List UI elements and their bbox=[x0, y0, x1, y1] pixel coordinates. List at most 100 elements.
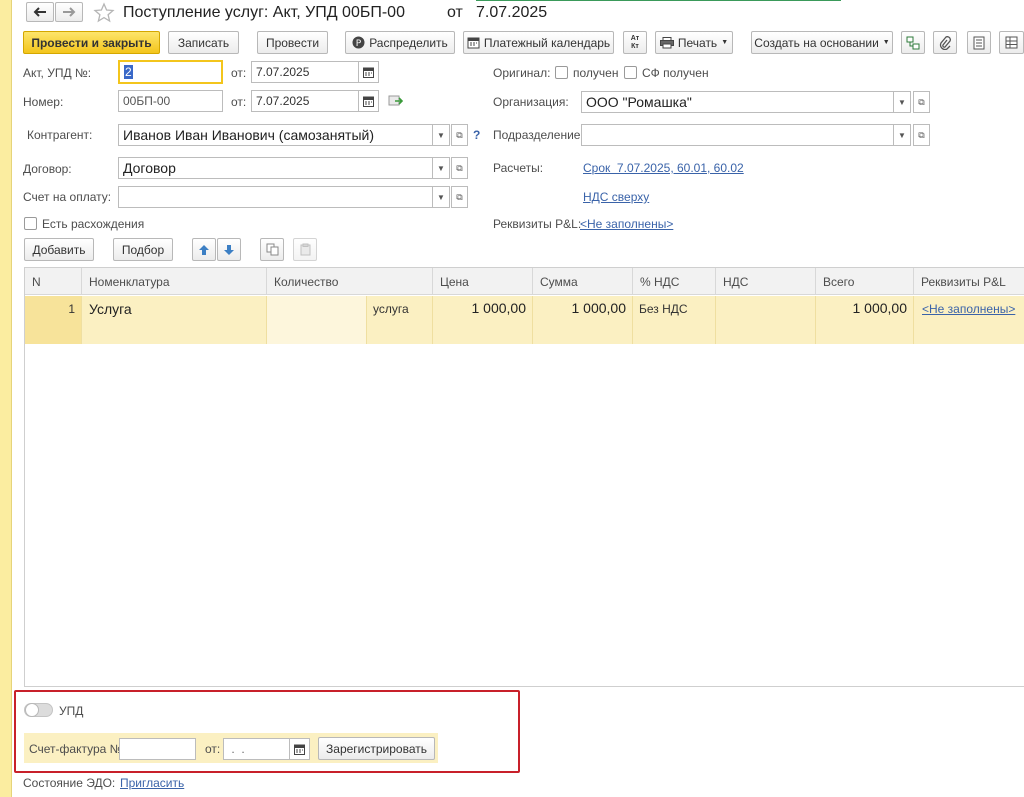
edo-invite-link[interactable]: Пригласить bbox=[120, 776, 184, 790]
cell-item[interactable]: Услуга bbox=[82, 296, 267, 344]
invoice-open-button[interactable]: ⧉ bbox=[451, 186, 468, 208]
cell-price[interactable]: 1 000,00 bbox=[433, 296, 533, 344]
number-date-label: от: bbox=[231, 95, 247, 109]
cell-vat[interactable] bbox=[716, 296, 816, 344]
invoice-field[interactable] bbox=[118, 186, 433, 208]
forward-button[interactable] bbox=[55, 2, 83, 22]
cell-vat-rate[interactable]: Без НДС bbox=[633, 296, 716, 344]
column-header-item[interactable]: Номенклатура bbox=[82, 268, 267, 295]
open-form-icon: ⧉ bbox=[918, 129, 925, 140]
settlements-link[interactable]: Срок 7.07.2025, 60.01, 60.02 bbox=[583, 161, 744, 175]
sf-number-label: Счет-фактура №: bbox=[29, 742, 126, 756]
paste-icon bbox=[299, 243, 312, 256]
calendar-icon bbox=[363, 96, 374, 107]
sf-date-field[interactable]: . . bbox=[223, 738, 290, 760]
sf-number-field[interactable] bbox=[119, 738, 196, 760]
chevron-down-icon: ▼ bbox=[882, 39, 890, 46]
calendar-icon bbox=[467, 36, 480, 49]
contractor-help-icon[interactable]: ? bbox=[473, 128, 480, 142]
distribute-button[interactable]: P Распределить bbox=[345, 31, 455, 54]
column-header-pl[interactable]: Реквизиты P&L bbox=[914, 268, 1024, 295]
structure-button[interactable] bbox=[901, 31, 925, 54]
register-button[interactable]: Зарегистрировать bbox=[318, 737, 435, 760]
move-down-button[interactable] bbox=[217, 238, 241, 261]
services-table: N Номенклатура Количество Цена Сумма % Н… bbox=[24, 267, 1024, 687]
arrow-right-icon bbox=[62, 7, 76, 17]
cell-quantity[interactable] bbox=[267, 296, 367, 344]
cell-sum[interactable]: 1 000,00 bbox=[533, 296, 633, 344]
sf-date-calendar-button[interactable] bbox=[290, 738, 310, 760]
table-icon bbox=[1005, 36, 1018, 49]
contract-open-button[interactable]: ⧉ bbox=[451, 157, 468, 179]
division-open-button[interactable]: ⧉ bbox=[913, 124, 930, 146]
table-row[interactable]: 1 Услуга услуга 1 000,00 1 000,00 Без НД… bbox=[25, 296, 1024, 344]
add-row-button[interactable]: Добавить bbox=[24, 238, 94, 261]
move-up-button[interactable] bbox=[192, 238, 216, 261]
save-button[interactable]: Записать bbox=[168, 31, 239, 54]
column-header-sum[interactable]: Сумма bbox=[533, 268, 633, 295]
copy-icon bbox=[266, 243, 279, 256]
post-and-close-button[interactable]: Провести и закрыть bbox=[23, 31, 160, 54]
pl-link[interactable]: <Не заполнены> bbox=[580, 217, 673, 231]
paste-button[interactable] bbox=[293, 238, 317, 261]
favorite-star-icon[interactable] bbox=[93, 2, 115, 24]
edit-number-icon[interactable] bbox=[388, 94, 404, 108]
cell-n[interactable]: 1 bbox=[25, 296, 82, 344]
invoice-label: Счет на оплату: bbox=[23, 190, 112, 204]
column-header-total[interactable]: Всего bbox=[816, 268, 914, 295]
payment-calendar-label: Платежный календарь bbox=[483, 35, 611, 50]
contractor-dropdown-button[interactable]: ▼ bbox=[433, 124, 450, 146]
dt-kt-button[interactable]: Ат Кт bbox=[623, 31, 647, 54]
invoice-dropdown-button[interactable]: ▼ bbox=[433, 186, 450, 208]
organization-field[interactable]: ООО "Ромашка" bbox=[581, 91, 894, 113]
discrepancy-checkbox[interactable] bbox=[24, 217, 37, 230]
column-header-price[interactable]: Цена bbox=[433, 268, 533, 295]
print-button[interactable]: Печать ▼ bbox=[655, 31, 733, 54]
more-button[interactable] bbox=[999, 31, 1024, 54]
dt-kt-bottom: Кт bbox=[631, 42, 639, 50]
cell-total[interactable]: 1 000,00 bbox=[816, 296, 914, 344]
post-button[interactable]: Провести bbox=[257, 31, 328, 54]
cell-unit[interactable]: услуга bbox=[367, 296, 433, 344]
cell-pl-link[interactable]: <Не заполнены> bbox=[914, 296, 1024, 344]
organization-open-button[interactable]: ⧉ bbox=[913, 91, 930, 113]
original-received-checkbox[interactable] bbox=[555, 66, 568, 79]
act-date-label: от: bbox=[231, 66, 247, 80]
column-header-quantity[interactable]: Количество bbox=[267, 268, 433, 295]
back-button[interactable] bbox=[26, 2, 54, 22]
copy-button[interactable] bbox=[260, 238, 284, 261]
upd-toggle[interactable] bbox=[24, 703, 53, 717]
act-number-field[interactable]: 2 bbox=[118, 60, 223, 84]
number-date-field[interactable]: 7.07.2025 bbox=[251, 90, 359, 112]
payment-calendar-button[interactable]: Платежный календарь bbox=[463, 31, 614, 54]
sf-received-checkbox[interactable] bbox=[624, 66, 637, 79]
contract-dropdown-button[interactable]: ▼ bbox=[433, 157, 450, 179]
report-button[interactable] bbox=[967, 31, 991, 54]
division-dropdown-button[interactable]: ▼ bbox=[894, 124, 911, 146]
contractor-field[interactable]: Иванов Иван Иванович (самозанятый) bbox=[118, 124, 433, 146]
division-field[interactable] bbox=[581, 124, 894, 146]
select-button[interactable]: Подбор bbox=[113, 238, 173, 261]
open-form-icon: ⧉ bbox=[456, 162, 463, 173]
calendar-icon bbox=[363, 67, 374, 78]
organization-dropdown-button[interactable]: ▼ bbox=[894, 91, 911, 113]
chevron-down-icon: ▼ bbox=[437, 130, 445, 140]
vat-link[interactable]: НДС сверху bbox=[583, 190, 649, 204]
column-header-n[interactable]: N bbox=[25, 268, 82, 295]
attach-button[interactable] bbox=[933, 31, 957, 54]
number-label: Номер: bbox=[23, 95, 64, 109]
act-date-calendar-button[interactable] bbox=[359, 61, 379, 83]
create-based-on-button[interactable]: Создать на основании ▼ bbox=[751, 31, 893, 54]
contract-field[interactable]: Договор bbox=[118, 157, 433, 179]
calendar-icon bbox=[294, 744, 305, 755]
column-header-vat-rate[interactable]: % НДС bbox=[633, 268, 716, 295]
section-panel-edge bbox=[0, 0, 12, 797]
create-based-on-label: Создать на основании bbox=[754, 35, 879, 50]
column-header-vat[interactable]: НДС bbox=[716, 268, 816, 295]
arrow-left-icon bbox=[33, 7, 47, 17]
number-date-calendar-button[interactable] bbox=[359, 90, 379, 112]
number-field[interactable]: 00БП-00 bbox=[118, 90, 223, 112]
act-date-field[interactable]: 7.07.2025 bbox=[251, 61, 359, 83]
contractor-open-button[interactable]: ⧉ bbox=[451, 124, 468, 146]
open-form-icon: ⧉ bbox=[918, 96, 925, 107]
